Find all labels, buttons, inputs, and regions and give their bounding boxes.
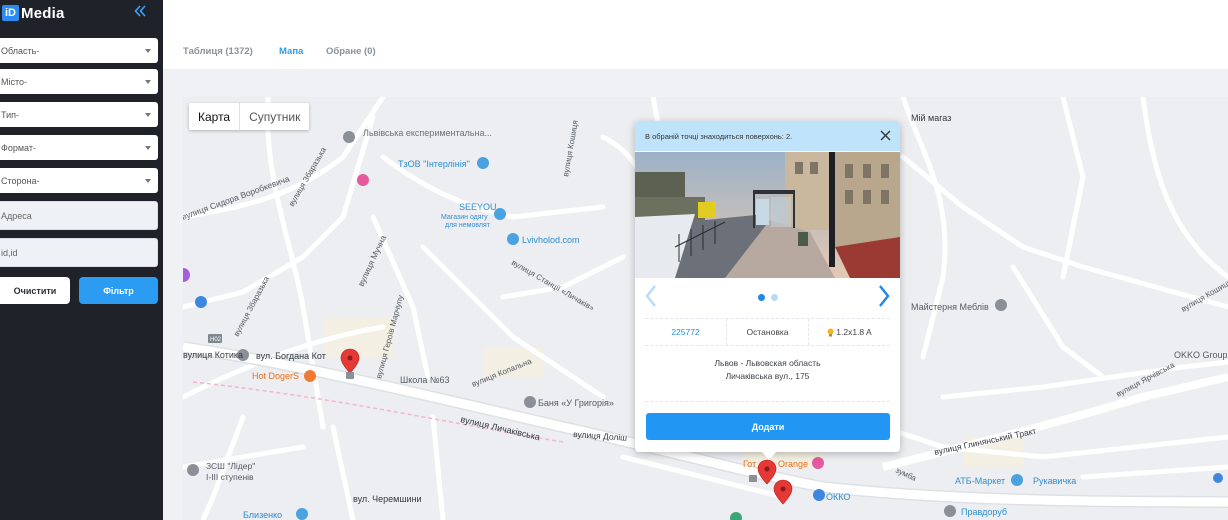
sidebar: iD Media Область- Місто- Тип- Формат- Ст… <box>0 0 163 520</box>
next-arrow-icon[interactable] <box>877 284 891 308</box>
map-label: ОККО <box>826 492 850 502</box>
add-button[interactable]: Додати <box>646 413 890 440</box>
side-select[interactable]: Сторона- <box>0 168 158 193</box>
prev-arrow-icon[interactable] <box>644 284 658 308</box>
lightbulb-icon <box>827 328 834 336</box>
map-label: Мій магаз <box>911 113 951 123</box>
popup-header: В обраній точці знаходиться поверхонь: 2… <box>635 121 900 151</box>
chevron-down-icon <box>145 49 151 53</box>
surface-size-value: 1.2x1.8 A <box>836 327 872 337</box>
map-label: Майстерня Меблів <box>911 302 989 312</box>
tabs-bar: Таблиця (1372) Мапа Обране (0) <box>163 36 1228 70</box>
city-select-value: Місто- <box>1 76 28 87</box>
map-label: Hot DogerS <box>252 371 299 381</box>
map-label: Баня «У Григорія» <box>538 398 614 408</box>
map-label: Львівська експериментальна... <box>363 128 492 138</box>
map-label: вул. Черемшини <box>353 494 422 504</box>
address-line-1: Львов - Львовская область <box>714 358 821 368</box>
map-label: Близенко <box>243 510 282 520</box>
type-select-value: Тип- <box>1 109 19 120</box>
tab-favorites[interactable]: Обране (0) <box>326 46 376 57</box>
address-line-2: Личаківська вул., 175 <box>725 371 810 381</box>
surface-id-value: 225772 <box>671 327 700 337</box>
clear-button[interactable]: Очистити <box>0 277 70 304</box>
chevron-down-icon <box>145 113 151 117</box>
surface-type-value: Остановка <box>746 327 789 337</box>
logo-text: Media <box>21 4 65 22</box>
region-select-value: Область- <box>1 45 40 56</box>
popup-address: Львов - Львовская область Личаківська ву… <box>645 357 890 383</box>
chevron-down-icon <box>145 179 151 183</box>
collapse-sidebar-icon[interactable] <box>133 4 147 18</box>
format-select-value: Формат- <box>1 142 36 153</box>
tab-map[interactable]: Мапа <box>279 46 303 57</box>
popup-header-text: В обраній точці знаходиться поверхонь: 2… <box>645 131 793 141</box>
id-placeholder: id,id <box>1 247 18 258</box>
map-label: АТБ-Маркет <box>955 476 1005 486</box>
map-label: I-III ступенів <box>206 472 254 482</box>
map-label: OKKO Group <box>1174 350 1228 360</box>
map-label: Правдоруб <box>961 507 1007 517</box>
top-bar <box>163 0 1228 36</box>
map-type-map[interactable]: Карта <box>189 103 241 130</box>
carousel-dot-active[interactable] <box>758 294 765 301</box>
side-select-value: Сторона- <box>1 175 40 186</box>
map-label: Магазин одягу <box>441 214 488 221</box>
map-label: Школа №63 <box>400 375 450 385</box>
map-label: вулиця Котика <box>183 350 243 360</box>
map-label: ТзОВ "Інтерлінія" <box>398 159 470 169</box>
info-popup: В обраній точці знаходиться поверхонь: 2… <box>635 121 900 452</box>
city-select[interactable]: Місто- <box>0 69 158 94</box>
surface-id[interactable]: 225772 <box>645 319 727 345</box>
region-select[interactable]: Область- <box>0 38 158 63</box>
map-type-control: Карта Супутник <box>189 103 310 130</box>
type-select[interactable]: Тип- <box>0 102 158 127</box>
map-label: H02 <box>210 337 222 343</box>
chevron-down-icon <box>145 146 151 150</box>
id-input[interactable]: id,id <box>0 238 158 267</box>
map-label: для немовлят <box>445 222 491 229</box>
logo-badge: iD <box>2 5 19 21</box>
tab-table[interactable]: Таблиця (1372) <box>183 46 253 57</box>
carousel-dot[interactable] <box>771 294 778 301</box>
surface-type: Остановка <box>727 319 809 345</box>
popup-info-row: 225772 Остановка 1.2x1.8 A <box>645 318 890 346</box>
chevron-down-icon <box>145 80 151 84</box>
close-icon[interactable] <box>880 130 891 141</box>
map-label: Lvivholod.com <box>522 235 580 245</box>
app-root: iD Media Область- Місто- Тип- Формат- Ст… <box>0 0 1228 520</box>
map-label: SEEYOU <box>459 202 497 212</box>
map-type-satellite[interactable]: Супутник <box>240 103 309 130</box>
logo[interactable]: iD Media <box>2 4 65 22</box>
map-label: вул. Богдана Кот <box>256 351 326 361</box>
map-label: ЗСШ "Лідер" <box>206 461 255 471</box>
divider <box>645 401 890 402</box>
address-input[interactable]: Адреса <box>0 201 158 230</box>
format-select[interactable]: Формат- <box>0 135 158 160</box>
surface-size: 1.2x1.8 A <box>809 319 890 345</box>
address-placeholder: Адреса <box>1 210 32 221</box>
map-label: Гот <box>743 459 756 469</box>
map-label: Рукавичка <box>1033 476 1076 486</box>
popup-pointer <box>762 452 776 460</box>
billboard-photo <box>635 152 900 278</box>
map-label: Orange <box>778 459 808 469</box>
filter-button[interactable]: Фільтр <box>79 277 158 304</box>
